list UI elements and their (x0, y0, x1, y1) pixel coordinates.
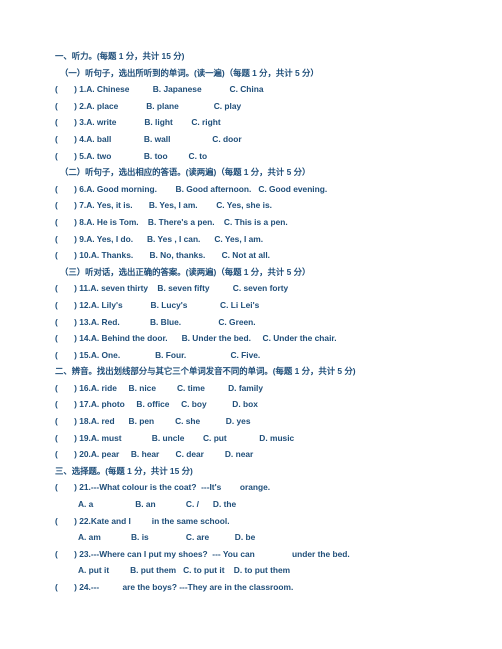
question-marker[interactable]: ( ) 20. (55, 449, 91, 459)
question-text: A. ride B. nice C. time D. family (90, 382, 264, 393)
question-options[interactable]: A. a B. an C. / D. the (55, 496, 475, 513)
question-text: ---Where can I put my shoes? --- You can… (90, 548, 350, 559)
question-row: ( ) 15.A. One. B. Four. C. Five. (55, 347, 475, 364)
question-row: ( ) 18.A. red B. pen C. she D. yes (55, 413, 475, 430)
question-text: Kate and I in the same school. (90, 515, 230, 526)
question-marker[interactable]: ( ) 24. (55, 582, 91, 592)
question-text: A. Good morning. B. Good afternoon. C. G… (86, 183, 328, 194)
question-row: ( ) 24.--- are the boys? ---They are in … (55, 579, 475, 596)
question-row: ( ) 19.A. must B. uncle C. put D. music (55, 430, 475, 447)
question-marker[interactable]: ( ) 9. (55, 234, 86, 244)
question-row: ( ) 17.A. photo B. office C. boy D. box (55, 396, 475, 413)
question-marker[interactable]: ( ) 13. (55, 317, 91, 327)
subsection-heading-1-2: （二）听句子，选出相应的答语。(读两遍)（每题 1 分，共计 5 分） (60, 167, 311, 178)
question-text: A. two B. too C. to (86, 150, 208, 161)
question-row: ( ) 5.A. two B. too C. to (55, 148, 475, 165)
question-marker[interactable]: ( ) 16. (55, 383, 91, 393)
question-text: A. must B. uncle C. put D. music (90, 432, 295, 443)
subsection-heading-1-1: （一）听句子，选出所听到的单词。(读一遍)（每题 1 分，共计 5 分） (60, 67, 319, 78)
question-text: A. red B. pen C. she D. yes (90, 416, 251, 427)
question-row: ( ) 21.---What colour is the coat? ---It… (55, 479, 475, 496)
exam-paper-body: 一、听力。(每题 1 分，共计 15 分) （一）听句子，选出所听到的单词。(读… (55, 48, 475, 596)
question-marker[interactable]: ( ) 12. (55, 300, 91, 310)
document-page: 一、听力。(每题 1 分，共计 15 分) （一）听句子，选出所听到的单词。(读… (0, 0, 502, 649)
question-marker[interactable]: ( ) 23. (55, 549, 91, 559)
question-row: ( ) 22.Kate and I in the same school. (55, 513, 475, 530)
question-row: ( ) 12.A. Lily's B. Lucy's C. Li Lei's (55, 297, 475, 314)
question-text: A. write B. light C. right (86, 117, 221, 128)
question-text: A. Red. B. Blue. C. Green. (90, 316, 256, 327)
question-marker[interactable]: ( ) 4. (55, 134, 86, 144)
question-text: --- are the boys? ---They are in the cla… (90, 582, 294, 592)
question-text: ---What colour is the coat? ---It's oran… (90, 482, 271, 493)
question-text: A. One. B. Four. C. Five. (90, 349, 261, 360)
question-text: A. pear B. hear C. dear D. near (90, 449, 254, 460)
question-marker[interactable]: ( ) 3. (55, 117, 86, 127)
question-row: ( ) 23.---Where can I put my shoes? --- … (55, 546, 475, 563)
question-row: ( ) 6.A. Good morning. B. Good afternoon… (55, 181, 475, 198)
question-marker[interactable]: ( ) 21. (55, 482, 91, 492)
question-text: A. Yes, I do. B. Yes , I can. C. Yes, I … (86, 233, 264, 244)
question-row: ( ) 14.A. Behind the door. B. Under the … (55, 330, 475, 347)
question-options[interactable]: A. am B. is C. are D. be (55, 529, 475, 546)
subsection-heading-1-3: （三）听对话，选出正确的答案。(读两遍)（每题 1 分，共计 5 分） (60, 266, 311, 277)
question-row: ( ) 9.A. Yes, I do. B. Yes , I can. C. Y… (55, 231, 475, 248)
question-marker[interactable]: ( ) 17. (55, 399, 91, 409)
question-row: ( ) 1.A. Chinese B. Japanese C. China (55, 81, 475, 98)
section-heading-3: 三、选择题。(每题 1 分，共计 15 分) (55, 465, 193, 476)
question-options[interactable]: A. put it B. put them C. to put it D. to… (55, 562, 475, 579)
question-text: A. Thanks. B. No, thanks. C. Not at all. (90, 250, 271, 261)
section-heading-1: 一、听力。(每题 1 分，共计 15 分) (55, 51, 185, 61)
question-text: A. photo B. office C. boy D. box (90, 399, 258, 410)
question-row: ( ) 4.A. ball B. wall C. door (55, 131, 475, 148)
question-marker[interactable]: ( ) 22. (55, 516, 91, 526)
question-marker[interactable]: ( ) 5. (55, 151, 86, 161)
question-marker[interactable]: ( ) 6. (55, 184, 86, 194)
question-text: A. Yes, it is. B. Yes, I am. C. Yes, she… (86, 200, 272, 211)
question-marker[interactable]: ( ) 1. (55, 84, 86, 94)
question-row: ( ) 8.A. He is Tom. B. There's a pen. C.… (55, 214, 475, 231)
question-marker[interactable]: ( ) 19. (55, 433, 91, 443)
question-text: A. Chinese B. Japanese C. China (86, 84, 264, 95)
section-heading-2: 二、辨音。找出划线部分与其它三个单词发音不同的单词。(每题 1 分，共计 5 分… (55, 366, 356, 377)
question-marker[interactable]: ( ) 11. (55, 283, 90, 293)
question-marker[interactable]: ( ) 15. (55, 350, 91, 360)
question-marker[interactable]: ( ) 14. (55, 333, 91, 343)
question-marker[interactable]: ( ) 7. (55, 200, 86, 210)
question-row: ( ) 16.A. ride B. nice C. time D. family (55, 380, 475, 397)
question-text: A. Lily's B. Lucy's C. Li Lei's (90, 299, 260, 310)
question-marker[interactable]: ( ) 18. (55, 416, 91, 426)
question-marker[interactable]: ( ) 2. (55, 101, 86, 111)
question-text: A. seven thirty B. seven fifty C. seven … (90, 283, 289, 294)
question-text: A. He is Tom. B. There's a pen. C. This … (86, 216, 288, 227)
question-row: ( ) 11.A. seven thirty B. seven fifty C.… (55, 280, 475, 297)
question-text: A. Behind the door. B. Under the bed. C.… (90, 333, 337, 344)
question-row: ( ) 20.A. pear B. hear C. dear D. near (55, 446, 475, 463)
question-row: ( ) 3.A. write B. light C. right (55, 114, 475, 131)
question-row: ( ) 7.A. Yes, it is. B. Yes, I am. C. Ye… (55, 197, 475, 214)
question-row: ( ) 13.A. Red. B. Blue. C. Green. (55, 314, 475, 331)
question-row: ( ) 2.A. place B. plane C. play (55, 98, 475, 115)
question-text: A. ball B. wall C. door (86, 133, 242, 144)
question-row: ( ) 10.A. Thanks. B. No, thanks. C. Not … (55, 247, 475, 264)
question-text: A. place B. plane C. play (86, 100, 242, 111)
question-marker[interactable]: ( ) 10. (55, 250, 91, 260)
question-marker[interactable]: ( ) 8. (55, 217, 86, 227)
